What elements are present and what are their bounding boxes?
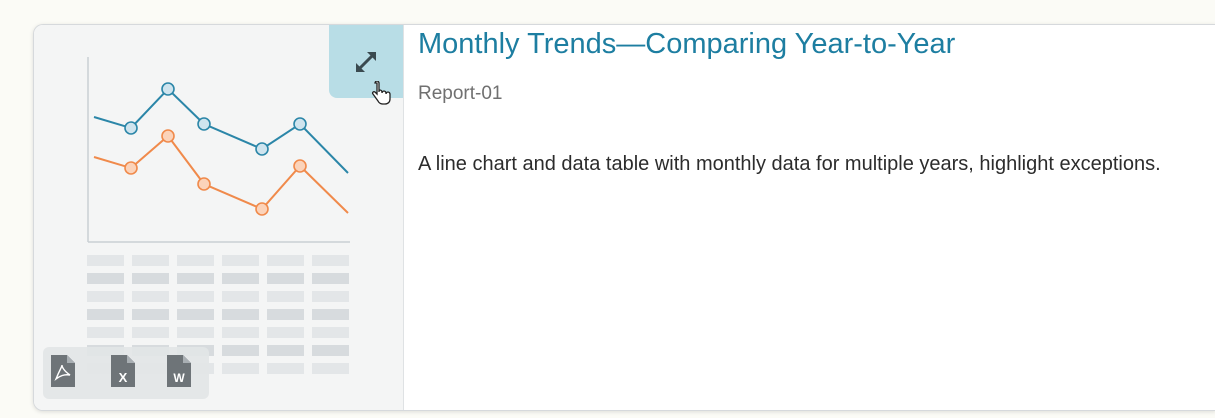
series-b-point-4: [255, 202, 269, 216]
file-type-bar: X W: [43, 347, 209, 399]
table-cell: [132, 309, 169, 320]
hand-pointer-icon: [371, 81, 391, 105]
table-cell: [177, 291, 214, 302]
table-cell: [222, 345, 259, 356]
series-b-point-2: [161, 129, 175, 143]
table-cell: [312, 255, 349, 266]
table-cell: [312, 327, 349, 338]
series-a-point-5: [293, 117, 307, 131]
series-a-point-3: [197, 117, 211, 131]
series-a-point-1: [124, 121, 138, 135]
table-cell: [222, 327, 259, 338]
table-cell: [132, 273, 169, 284]
table-cell: [177, 255, 214, 266]
table-cell: [222, 363, 259, 374]
table-cell: [222, 255, 259, 266]
table-cell: [222, 291, 259, 302]
word-glyph: W: [173, 371, 185, 385]
table-cell: [132, 291, 169, 302]
expand-arrows-icon: [356, 51, 376, 72]
table-cell: [312, 309, 349, 320]
thumbnail-series-b-points: [124, 129, 307, 216]
series-a-point-2: [161, 82, 175, 96]
series-b-point-5: [293, 159, 307, 173]
report-id: Report-01: [418, 83, 503, 104]
table-cell: [87, 255, 124, 266]
table-cell: [87, 273, 124, 284]
table-cell: [267, 309, 304, 320]
table-cell: [222, 309, 259, 320]
table-cell: [87, 291, 124, 302]
table-cell: [87, 309, 124, 320]
excel-file-icon[interactable]: X: [111, 355, 135, 387]
table-cell: [267, 327, 304, 338]
word-file-icon[interactable]: W: [167, 355, 191, 387]
series-b-point-3: [197, 177, 211, 191]
table-cell: [177, 309, 214, 320]
table-cell: [312, 291, 349, 302]
series-a-point-4: [255, 142, 269, 156]
table-cell: [132, 327, 169, 338]
table-cell: [312, 273, 349, 284]
table-cell: [267, 291, 304, 302]
table-cell: [177, 273, 214, 284]
series-b-point-1: [124, 161, 138, 175]
excel-glyph: X: [119, 370, 128, 385]
report-title[interactable]: Monthly Trends—Comparing Year-to-Year: [418, 28, 955, 61]
pdf-file-icon[interactable]: [51, 355, 75, 387]
table-cell: [177, 327, 214, 338]
table-cell: [132, 255, 169, 266]
table-cell: [267, 345, 304, 356]
report-card[interactable]: X W: [33, 24, 1215, 411]
thumbnail-series-a-points: [124, 82, 307, 156]
table-cell: [222, 273, 259, 284]
table-cell: [267, 273, 304, 284]
table-cell: [267, 255, 304, 266]
table-cell: [267, 363, 304, 374]
table-cell: [87, 327, 124, 338]
table-cell: [312, 363, 349, 374]
table-cell: [312, 345, 349, 356]
report-thumbnail[interactable]: X W: [34, 25, 404, 410]
screen-background: X W Monthly Trends—Comparing Year-to-Yea…: [0, 0, 1215, 418]
report-description: A line chart and data table with monthly…: [418, 153, 1161, 175]
